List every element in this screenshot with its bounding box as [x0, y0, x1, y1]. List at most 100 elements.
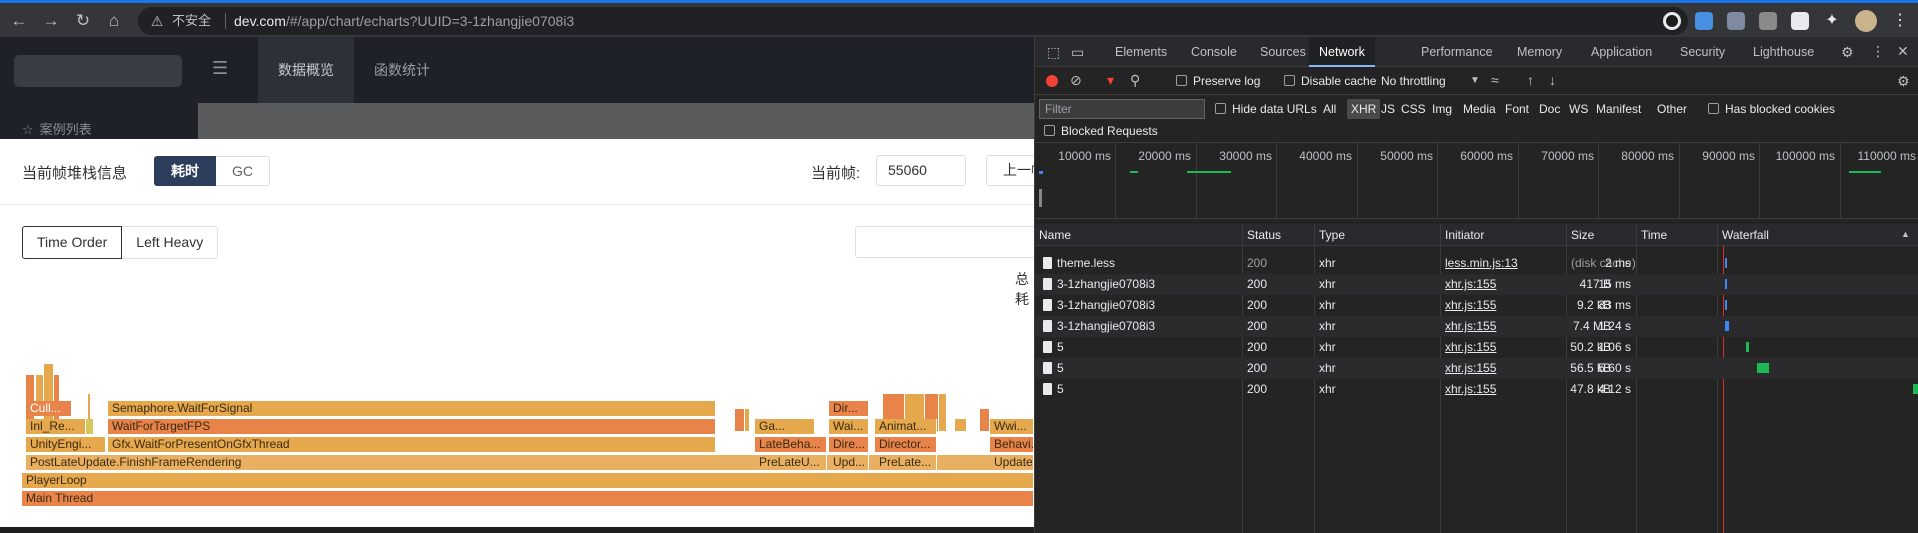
settings-gear-icon[interactable]: ⚙ [1841, 44, 1854, 61]
flame-frame[interactable]: Dire... [829, 437, 869, 452]
type-filter-xhr[interactable]: XHR [1347, 99, 1381, 119]
column-name[interactable]: Name [1039, 228, 1071, 242]
menu-toggle-icon[interactable]: ☰ [212, 59, 228, 77]
request-initiator[interactable]: less.min.js:13 [1445, 253, 1518, 274]
flame-frame[interactable]: Animat... [875, 419, 937, 434]
flame-frame[interactable]: LateBeha... [755, 437, 827, 452]
search-icon[interactable]: ⚲ [1130, 72, 1140, 89]
forward-icon[interactable]: → [40, 10, 62, 32]
request-row[interactable]: 3-1zhangjie0708i3 200 xhr xhr.js:155 7.4… [1035, 316, 1918, 337]
flame-frame[interactable]: WaitForTargetFPS [108, 419, 716, 434]
inspect-icon[interactable]: ⬚ [1047, 44, 1060, 61]
disable-cache-checkbox[interactable] [1284, 75, 1295, 86]
tab-lighthouse[interactable]: Lighthouse [1753, 37, 1814, 67]
blocked-requests-checkbox[interactable] [1044, 125, 1055, 136]
extension-badge-icon[interactable] [1791, 12, 1809, 30]
filter-icon[interactable]: ▾ [1107, 72, 1114, 89]
flame-frame[interactable]: Behavi... [990, 437, 1034, 452]
request-initiator[interactable]: xhr.js:155 [1445, 379, 1496, 400]
request-row[interactable]: 3-1zhangjie0708i3 200 xhr xhr.js:155 9.2… [1035, 295, 1918, 316]
request-row[interactable]: 5 200 xhr xhr.js:155 47.8 kB 4.12 s [1035, 379, 1918, 400]
flame-frame[interactable]: UnityEngi... [26, 437, 106, 452]
hide-data-urls-checkbox[interactable] [1215, 103, 1226, 114]
type-filter-media[interactable]: Media [1463, 102, 1496, 116]
request-initiator[interactable]: xhr.js:155 [1445, 274, 1496, 295]
tab-security[interactable]: Security [1680, 37, 1725, 67]
tab-console[interactable]: Console [1191, 37, 1237, 67]
request-initiator[interactable]: xhr.js:155 [1445, 295, 1496, 316]
flame-frame[interactable]: Dir... [829, 401, 869, 416]
flame-frame[interactable]: Gfx.WaitForPresentOnGfxThread [108, 437, 716, 452]
type-filter-font[interactable]: Font [1505, 102, 1529, 116]
network-settings-icon[interactable]: ⚙ [1897, 73, 1910, 90]
flame-frame[interactable]: Semaphore.WaitForSignal [108, 401, 716, 416]
record-icon[interactable] [1046, 75, 1058, 87]
request-initiator[interactable]: xhr.js:155 [1445, 316, 1496, 337]
tab-memory[interactable]: Memory [1517, 37, 1562, 67]
extension-translate-icon[interactable] [1727, 12, 1745, 30]
import-har-icon[interactable]: ↑ [1527, 72, 1534, 88]
device-toggle-icon[interactable]: ▭ [1071, 44, 1084, 61]
profile-avatar[interactable] [1855, 10, 1877, 32]
request-initiator[interactable]: xhr.js:155 [1445, 358, 1496, 379]
filter-input[interactable]: Filter [1039, 99, 1205, 119]
type-filter-img[interactable]: Img [1432, 102, 1452, 116]
reload-icon[interactable]: ↻ [72, 10, 94, 32]
back-icon[interactable]: ← [8, 10, 30, 32]
close-devtools-icon[interactable]: ✕ [1897, 43, 1909, 60]
flame-frame[interactable]: Wwi... [990, 419, 1034, 434]
type-filter-ws[interactable]: WS [1569, 102, 1588, 116]
type-filter-css[interactable]: CSS [1401, 102, 1426, 116]
clear-icon[interactable]: ⊘ [1070, 72, 1082, 89]
flame-frame[interactable]: Update... [990, 455, 1034, 470]
tab-elements[interactable]: Elements [1115, 37, 1167, 67]
flame-frame[interactable]: Cull... [26, 401, 72, 416]
column-status[interactable]: Status [1247, 228, 1281, 242]
throttling-chevron-icon[interactable]: ▼ [1470, 74, 1480, 88]
preserve-log-checkbox[interactable] [1176, 75, 1187, 86]
flame-frame[interactable]: PlayerLoop [22, 473, 1034, 488]
more-options-icon[interactable]: ⋮ [1871, 43, 1885, 60]
flame-frame[interactable]: PreLate... [875, 455, 937, 470]
address-bar[interactable]: ⚠ 不安全 dev.com/#/app/chart/echarts?UUID=3… [138, 7, 1688, 35]
type-filter-doc[interactable]: Doc [1539, 102, 1560, 116]
extensions-puzzle-icon[interactable]: ✦ [1823, 12, 1841, 30]
blocked-cookies-checkbox[interactable] [1708, 103, 1719, 114]
tab-performance[interactable]: Performance [1421, 37, 1493, 67]
wifi-settings-icon[interactable]: ≈ [1491, 72, 1499, 88]
tab-function-stats[interactable]: 函数统计 [374, 37, 430, 103]
column-initiator[interactable]: Initiator [1445, 228, 1484, 242]
column-waterfall[interactable]: Waterfall [1722, 228, 1769, 242]
extension-gamepad-icon[interactable] [1759, 12, 1777, 30]
flame-frame[interactable]: Upd... [829, 455, 869, 470]
flame-frame[interactable]: Director... [875, 437, 937, 452]
request-row[interactable]: 5 200 xhr xhr.js:155 56.5 kB 5.60 s [1035, 358, 1918, 379]
tab-sources[interactable]: Sources [1260, 37, 1306, 67]
browser-menu-icon[interactable]: ⋮ [1891, 12, 1909, 30]
tab-network[interactable]: Network [1309, 37, 1375, 67]
export-har-icon[interactable]: ↓ [1549, 72, 1556, 88]
extension-shield-icon[interactable] [1695, 12, 1713, 30]
flame-frame[interactable]: Main Thread [22, 491, 1034, 506]
home-icon[interactable]: ⌂ [103, 10, 125, 32]
tab-application[interactable]: Application [1591, 37, 1652, 67]
column-size[interactable]: Size [1571, 228, 1594, 242]
request-initiator[interactable]: xhr.js:155 [1445, 337, 1496, 358]
flame-frame[interactable]: PreLateU... [755, 455, 827, 470]
request-row[interactable]: 3-1zhangjie0708i3 200 xhr xhr.js:155 417… [1035, 274, 1918, 295]
type-filter-other[interactable]: Other [1657, 102, 1687, 116]
sidebar-item-cases[interactable]: ☆ 案例列表 [22, 119, 92, 138]
type-filter-all[interactable]: All [1323, 102, 1336, 116]
flame-frame[interactable]: Ga... [755, 419, 815, 434]
column-type[interactable]: Type [1319, 228, 1345, 242]
tab-overview[interactable]: 数据概览 [258, 37, 354, 103]
flame-frame[interactable]: Inl_Re... [26, 419, 86, 434]
extension-circle-icon[interactable] [1663, 12, 1681, 30]
column-time[interactable]: Time [1641, 228, 1667, 242]
sort-ascending-icon[interactable]: ▲ [1901, 229, 1910, 239]
throttling-select[interactable]: No throttling [1381, 74, 1446, 88]
type-filter-manifest[interactable]: Manifest [1596, 102, 1641, 116]
flame-frame[interactable]: Wai... [829, 419, 869, 434]
request-row[interactable]: 5 200 xhr xhr.js:155 50.2 kB 1.06 s [1035, 337, 1918, 358]
type-filter-js[interactable]: JS [1381, 102, 1395, 116]
